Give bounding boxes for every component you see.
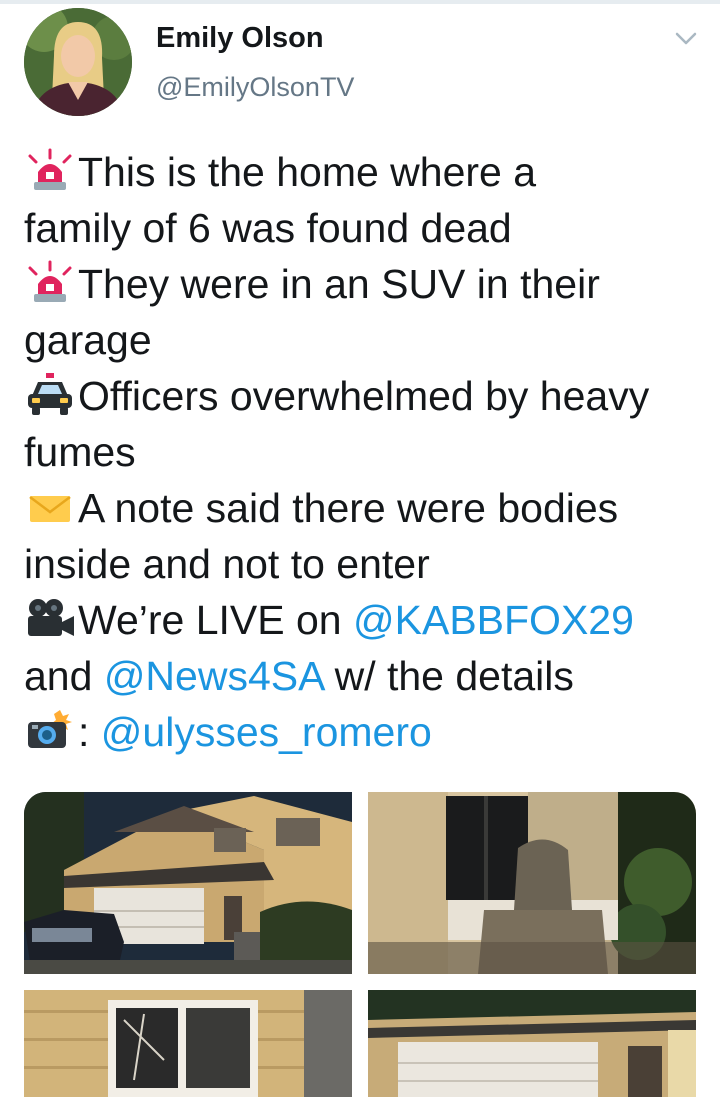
police-car-icon: [24, 372, 76, 416]
mention-kabbfox29[interactable]: @KABBFOX29: [353, 597, 634, 643]
top-divider: [0, 0, 720, 4]
tweet-line-8: inside and not to enter: [24, 541, 430, 587]
video-camera-icon: [24, 596, 76, 640]
mention-news4sa[interactable]: @News4SA: [104, 653, 323, 699]
police-siren-icon: [24, 260, 76, 304]
media-photo-open-door[interactable]: [368, 792, 696, 974]
tweet-line-10: and @News4SA w/ the details: [24, 653, 574, 699]
chevron-down-icon[interactable]: [672, 24, 700, 52]
tweet-line-9: We’re LIVE on @KABBFOX29: [24, 592, 704, 648]
media-photo-broken-window[interactable]: [24, 990, 352, 1097]
tweet-line-4: garage: [24, 317, 152, 363]
tweet-line-1: This is the home where a: [24, 144, 704, 200]
camera-with-flash-icon: [24, 708, 76, 752]
tweet-text: This is the home where a family of 6 was…: [24, 144, 704, 760]
author-name[interactable]: Emily Olson: [156, 20, 324, 56]
author-handle[interactable]: @EmilyOlsonTV: [156, 70, 354, 104]
avatar[interactable]: [24, 8, 132, 116]
media-photo-house-front[interactable]: [24, 792, 352, 974]
tweet-line-5: Officers overwhelmed by heavy: [24, 368, 704, 424]
tweet-line-7: A note said there were bodies: [24, 480, 704, 536]
tweet-line-6: fumes: [24, 429, 136, 475]
envelope-icon: [24, 484, 76, 528]
police-siren-icon: [24, 148, 76, 192]
tweet-line-11: : @ulysses_romero: [24, 704, 704, 760]
tweet-line-2: family of 6 was found dead: [24, 205, 512, 251]
media-photo-garage-door[interactable]: [368, 990, 696, 1097]
media-grid: [24, 792, 696, 1097]
tweet-line-3: They were in an SUV in their: [24, 256, 704, 312]
mention-ulysses-romero[interactable]: @ulysses_romero: [101, 709, 432, 755]
